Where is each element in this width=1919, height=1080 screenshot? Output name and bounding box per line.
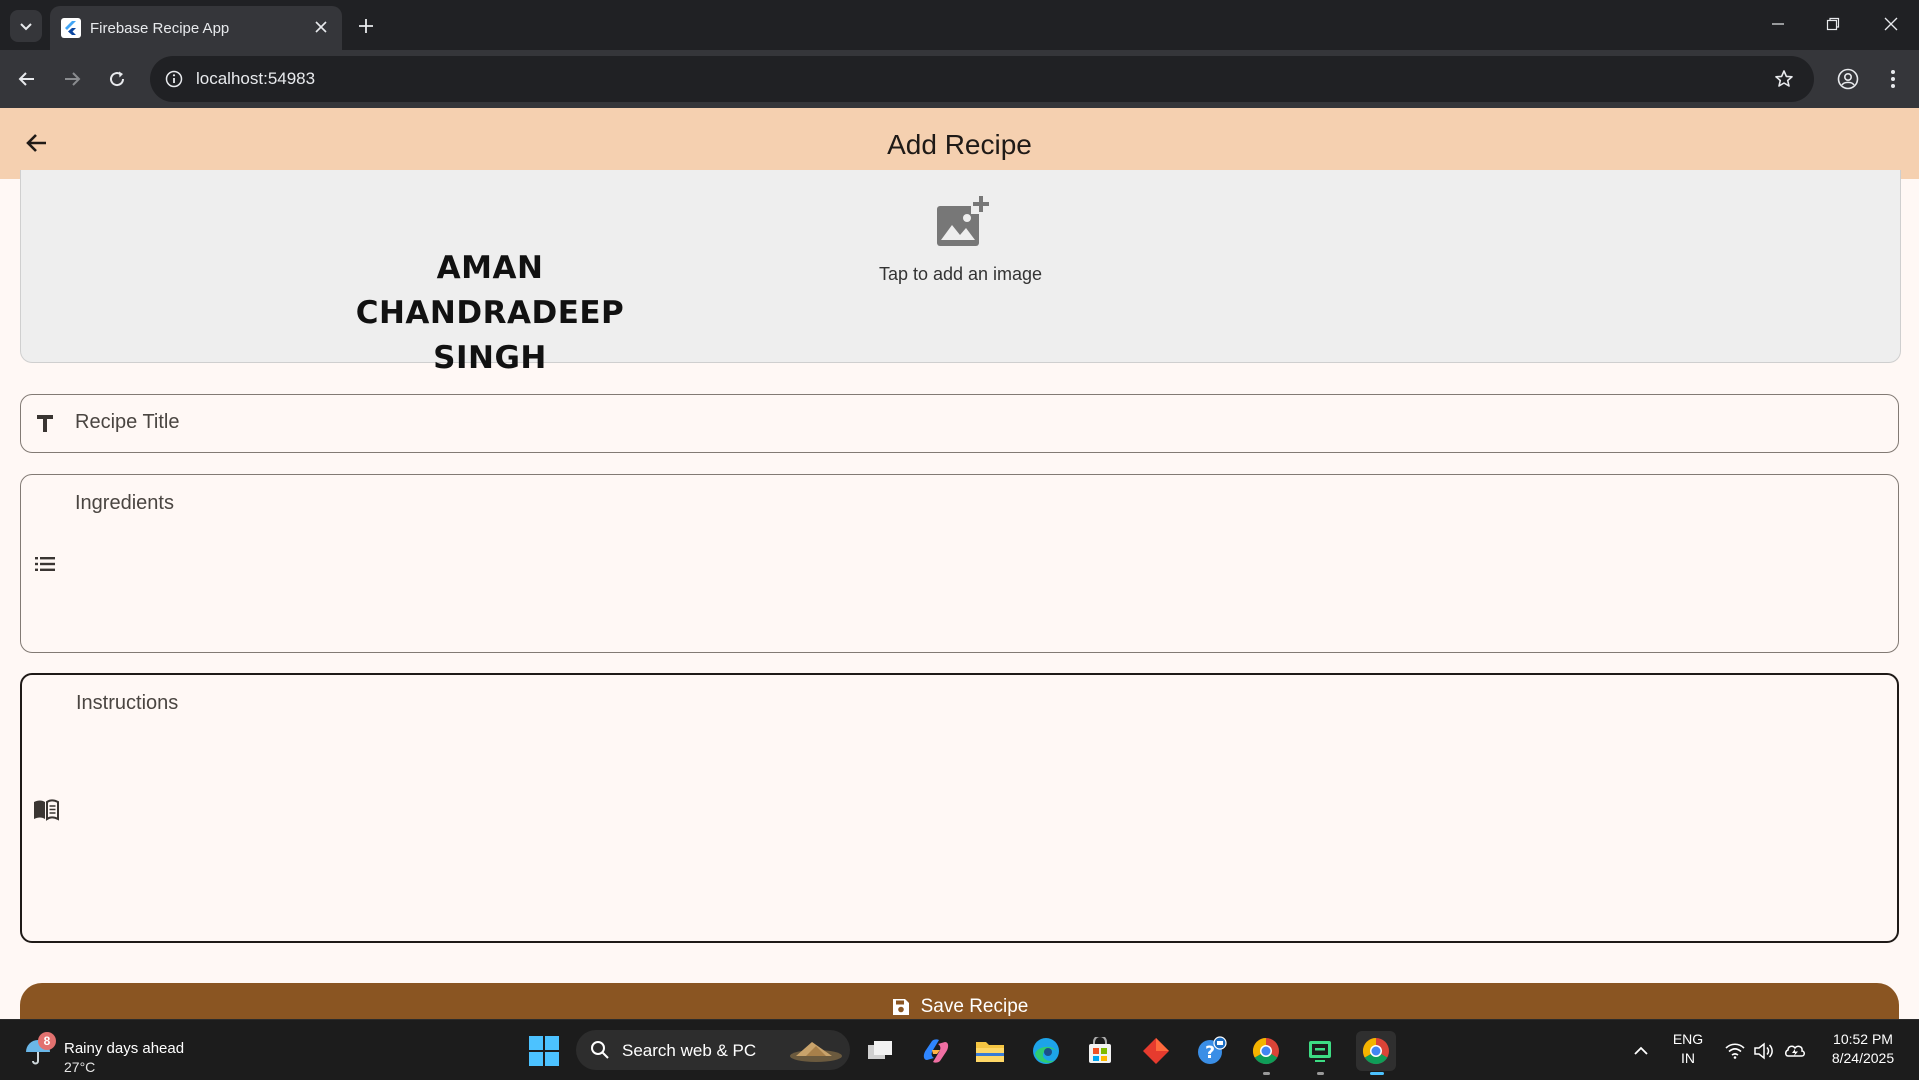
microsoft-store-icon[interactable] (1080, 1031, 1120, 1071)
watermark-line: CHANDRADEEP (355, 295, 625, 331)
watermark-text: AMAN CHANDRADEEP SINGH (340, 246, 640, 381)
windows-taskbar: 8 Rainy days ahead 27°C Search web & PC … (0, 1019, 1919, 1080)
weather-badge: 8 (38, 1032, 56, 1050)
instructions-label: Instructions (76, 692, 179, 714)
windows-start-icon[interactable] (528, 1035, 560, 1067)
address-bar[interactable]: localhost:54983 (150, 56, 1814, 102)
restore-button[interactable] (1811, 8, 1855, 40)
clock[interactable]: 10:52 PM 8/24/2025 (1818, 1030, 1908, 1068)
browser-tabstrip: Firebase Recipe App (0, 0, 1919, 50)
plus-icon (359, 19, 373, 33)
running-indicator (1263, 1072, 1270, 1075)
search-icon (591, 1041, 609, 1059)
active-indicator (1370, 1072, 1384, 1075)
copilot-icon[interactable] (916, 1031, 956, 1071)
back-button[interactable] (11, 63, 43, 95)
help-icon[interactable]: ? (1192, 1031, 1232, 1071)
edge-icon[interactable] (1026, 1031, 1066, 1071)
volume-icon[interactable] (1752, 1040, 1774, 1062)
weather-widget[interactable]: 8 Rainy days ahead 27°C (24, 1028, 204, 1075)
flutter-icon (61, 18, 81, 38)
watermark-line: AMAN (436, 250, 544, 286)
list-icon (31, 550, 59, 578)
app-bar: Add Recipe (0, 108, 1919, 179)
profile-icon[interactable] (1832, 63, 1864, 95)
browser-toolbar: localhost:54983 (0, 50, 1919, 108)
image-picker[interactable]: Tap to add an image (20, 170, 1901, 363)
file-explorer-icon[interactable] (970, 1031, 1010, 1071)
reload-button[interactable] (101, 63, 133, 95)
save-icon (892, 999, 909, 1015)
ingredients-label: Ingredients (75, 492, 174, 514)
clock-time: 10:52 PM (1833, 1031, 1893, 1047)
bookmark-star-icon[interactable] (1772, 67, 1796, 91)
arrow-right-icon (65, 72, 81, 86)
ingredients-field[interactable]: Ingredients (20, 474, 1899, 653)
close-icon (1884, 17, 1898, 31)
svg-text:?: ? (1205, 1043, 1215, 1063)
page-title: Add Recipe (887, 129, 1032, 160)
tab-search-button[interactable] (10, 10, 42, 42)
site-info-icon[interactable] (162, 67, 186, 91)
add-photo-icon (937, 194, 991, 246)
recipe-title-field[interactable]: Recipe Title (20, 394, 1899, 453)
watermark-line: SINGH (433, 340, 547, 376)
minimize-icon (1772, 23, 1784, 25)
search-highlight-image (790, 1042, 842, 1062)
browser-menu-icon[interactable] (1877, 63, 1909, 95)
chevron-up-icon[interactable] (1630, 1040, 1652, 1062)
running-indicator (1317, 1072, 1324, 1075)
chevron-down-icon (20, 23, 32, 31)
temperature-text: 27°C (64, 1059, 96, 1075)
restore-icon (1826, 17, 1840, 31)
android-studio-icon[interactable] (1300, 1031, 1340, 1075)
chrome-icon[interactable] (1246, 1031, 1286, 1075)
image-hint: Tap to add an image (878, 264, 1043, 284)
reload-icon (110, 71, 125, 87)
chrome-active-icon[interactable] (1356, 1031, 1396, 1075)
language-code: ENG (1672, 1031, 1704, 1047)
text-fields-icon (31, 409, 59, 437)
browser-tab[interactable]: Firebase Recipe App (50, 6, 342, 50)
app-diamond-icon[interactable] (1136, 1031, 1176, 1071)
task-view-icon[interactable] (860, 1031, 900, 1071)
language-indicator[interactable]: ENG IN (1668, 1030, 1708, 1068)
wifi-icon[interactable] (1724, 1040, 1746, 1062)
instructions-field[interactable]: Instructions (20, 673, 1899, 943)
menu-book-icon (32, 796, 60, 824)
tab-close-icon[interactable] (310, 16, 332, 38)
region-code: IN (1681, 1050, 1695, 1066)
url-text: localhost:54983 (196, 69, 316, 88)
forward-button[interactable] (56, 63, 88, 95)
new-tab-button[interactable] (352, 12, 380, 40)
close-window-button[interactable] (1869, 8, 1913, 40)
taskbar-search[interactable]: Search web & PC (576, 1030, 850, 1070)
minimize-button[interactable] (1756, 8, 1800, 40)
save-button-content: Save Recipe (20, 996, 1899, 1018)
arrow-left-icon (18, 72, 34, 86)
weather-text: Rainy days ahead (64, 1040, 185, 1057)
battery-charging-icon[interactable] (1784, 1040, 1806, 1062)
search-text: Search web & PC (622, 1041, 757, 1060)
recipe-title-label: Recipe Title (75, 411, 180, 433)
tab-title: Firebase Recipe App (90, 20, 230, 37)
save-button-label: Save Recipe (920, 996, 1029, 1017)
clock-date: 8/24/2025 (1831, 1050, 1895, 1066)
